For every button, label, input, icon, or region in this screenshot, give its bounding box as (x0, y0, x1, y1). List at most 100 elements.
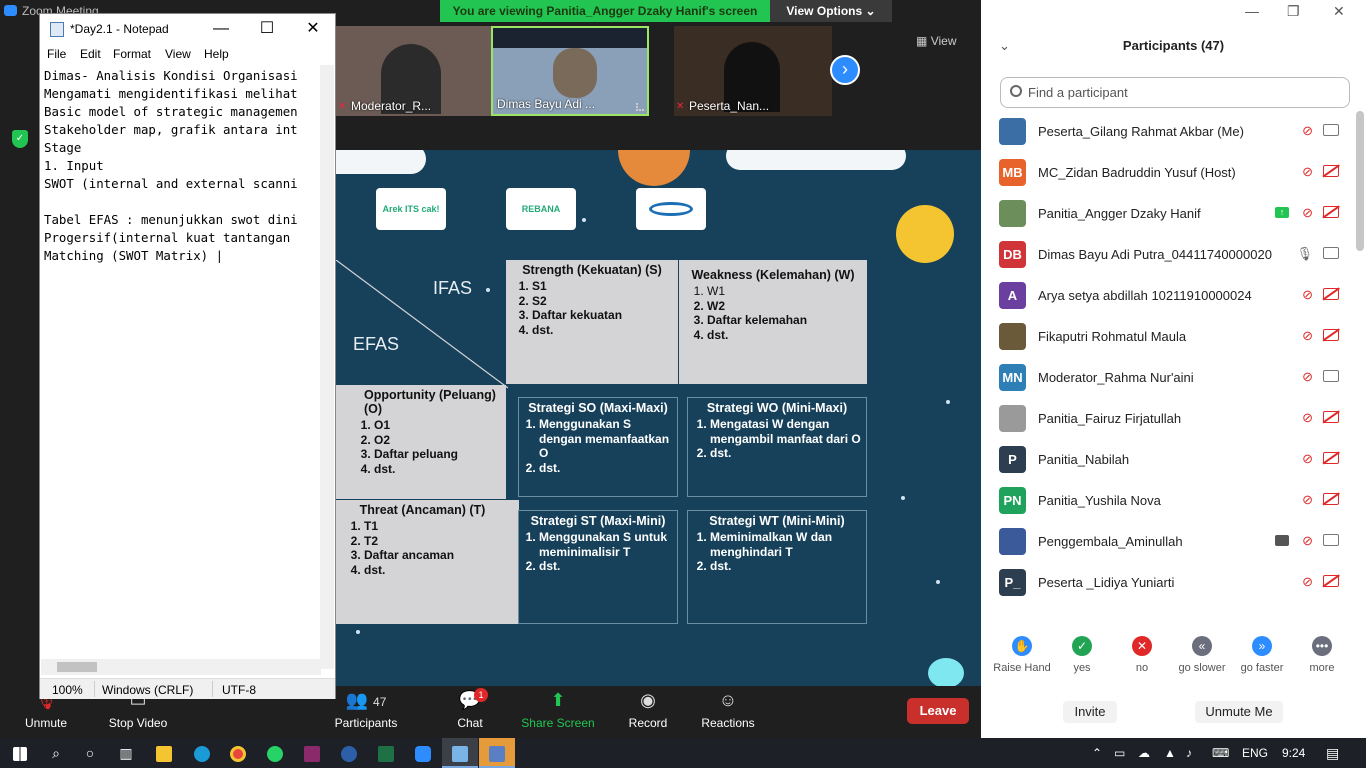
clock[interactable]: 9:24 (1282, 738, 1305, 768)
video-off-icon[interactable] (1323, 493, 1339, 505)
menu-help[interactable]: Help (204, 47, 229, 61)
video-off-icon[interactable] (1323, 288, 1339, 300)
menu-format[interactable]: Format (113, 47, 151, 61)
video-camera-icon[interactable] (1323, 124, 1339, 136)
participant-row[interactable]: Penggembala_Aminullah ⊘ (981, 521, 1353, 562)
participant-row[interactable]: Peserta_Gilang Rahmat Akbar (Me) ⊘ (981, 111, 1353, 152)
participant-list-scrollbar[interactable] (1356, 111, 1364, 251)
menu-edit[interactable]: Edit (80, 47, 101, 61)
notepad-taskbar-icon[interactable] (442, 738, 478, 768)
cloud-icon[interactable]: ☁ (1138, 738, 1150, 768)
winrar-icon[interactable] (294, 738, 330, 768)
reaction-yes[interactable]: ✓ yes (1050, 636, 1114, 674)
menu-view[interactable]: View (165, 47, 191, 61)
video-off-icon[interactable] (1323, 329, 1339, 341)
network-icon[interactable]: ▲ (1164, 738, 1176, 768)
reaction-no[interactable]: ✕ no (1110, 636, 1174, 674)
mic-muted-icon[interactable]: ⊘ (1302, 164, 1313, 180)
mic-muted-icon[interactable]: ⊘ (1302, 574, 1313, 590)
reaction-go-slower[interactable]: « go slower (1170, 636, 1234, 674)
minimize-icon[interactable]: — (202, 17, 240, 41)
next-page-arrow-icon[interactable]: › (830, 55, 860, 85)
search-input[interactable] (1028, 79, 1338, 106)
video-off-icon[interactable] (1323, 206, 1339, 218)
video-thumbnail[interactable]: ✕ Moderator_R... (336, 26, 494, 116)
battery-icon[interactable]: ▭ (1114, 738, 1125, 768)
close-icon[interactable]: ✕ (1333, 3, 1345, 20)
participant-search[interactable] (1000, 77, 1350, 108)
menu-file[interactable]: File (47, 47, 66, 61)
participant-row[interactable]: P Panitia_Nabilah ⊘ (981, 439, 1353, 480)
chat-button[interactable]: 💬 1 Chat (442, 686, 498, 738)
chevron-up-icon[interactable]: ⌃ (1092, 738, 1102, 768)
video-off-icon[interactable] (1323, 411, 1339, 423)
app-icon[interactable] (331, 738, 367, 768)
windows-start-icon[interactable] (2, 738, 38, 768)
notification-icon[interactable]: ▤ (1326, 738, 1339, 768)
participant-row[interactable]: MB MC_Zidan Badruddin Yusuf (Host) ⊘ (981, 152, 1353, 193)
video-thumbnail[interactable]: ✕ Peserta_Nan... (674, 26, 832, 116)
task-view-icon[interactable]: ▥ (108, 738, 144, 768)
participant-row[interactable]: Panitia_Fairuz Firjatullah ⊘ (981, 398, 1353, 439)
language-indicator[interactable]: ENG (1242, 738, 1268, 768)
cortana-icon[interactable]: ○ (72, 738, 108, 768)
mic-muted-icon[interactable]: ⊘ (1302, 287, 1313, 303)
notepad-titlebar[interactable]: *Day2.1 - Notepad — ☐ ✕ (40, 14, 335, 44)
excel-icon[interactable] (368, 738, 404, 768)
mic-muted-icon[interactable]: ⊘ (1302, 410, 1313, 426)
minimize-icon[interactable]: — (1245, 3, 1259, 19)
invite-button[interactable]: Invite (1063, 701, 1117, 723)
close-icon[interactable]: ✕ (294, 17, 332, 41)
mic-muted-icon[interactable]: ⊘ (1302, 123, 1313, 139)
video-thumbnail-active-speaker[interactable]: Dimas Bayu Adi ... (491, 26, 649, 116)
leave-button[interactable]: Leave (907, 698, 969, 724)
encryption-shield-icon[interactable]: ✓ (12, 130, 28, 148)
chrome-icon[interactable] (220, 738, 256, 768)
search-icon[interactable]: ⌕ (38, 738, 74, 768)
participants-button[interactable]: 👥 47 Participants (328, 686, 404, 738)
restore-icon[interactable]: ❐ (1287, 3, 1300, 20)
mic-muted-icon[interactable]: ⊘ (1302, 451, 1313, 467)
scrollbar-thumb[interactable] (57, 662, 97, 672)
mic-muted-icon[interactable]: ⊘ (1302, 492, 1313, 508)
file-explorer-icon[interactable] (146, 738, 182, 768)
mic-muted-icon[interactable]: ⊘ (1302, 533, 1313, 549)
video-off-icon[interactable] (1323, 165, 1339, 177)
mic-muted-icon[interactable]: ⊘ (1302, 205, 1313, 221)
video-camera-icon[interactable] (1323, 370, 1339, 382)
participant-row[interactable]: PN Panitia_Yushila Nova ⊘ (981, 480, 1353, 521)
participant-row[interactable]: P_ Peserta _Lidiya Yuniarti ⊘ (981, 562, 1353, 603)
participant-row[interactable]: DB Dimas Bayu Adi Putra_04411740000020 🎙 (981, 234, 1353, 275)
video-camera-icon[interactable] (1323, 247, 1339, 259)
input-method-icon[interactable]: ⌨ (1212, 738, 1229, 768)
participant-row[interactable]: Fikaputri Rohmatul Maula ⊘ (981, 316, 1353, 357)
vertical-scrollbar[interactable] (320, 65, 334, 669)
view-options-button[interactable]: View Options ⌄ (770, 0, 892, 22)
unmute-me-button[interactable]: Unmute Me (1195, 701, 1283, 723)
microphone-icon[interactable]: 🎙 (1296, 246, 1313, 262)
maximize-icon[interactable]: ☐ (248, 17, 286, 41)
video-off-icon[interactable] (1323, 575, 1339, 587)
gallery-view-button[interactable]: ▦ View (916, 34, 956, 48)
participant-row[interactable]: A Arya setya abdillah 10211910000024 ⊘ (981, 275, 1353, 316)
notepad-text-area[interactable]: Dimas- Analisis Kondisi Organisasi Menga… (44, 67, 316, 664)
reaction-raise-hand[interactable]: ✋ Raise Hand (990, 636, 1054, 674)
more-dots-icon[interactable] (636, 103, 644, 111)
participant-row[interactable]: Panitia_Angger Dzaky Hanif ↑ ⊘ (981, 193, 1353, 234)
edge-icon[interactable] (184, 738, 220, 768)
share-screen-button[interactable]: ⬆ Share Screen (518, 686, 598, 738)
video-off-icon[interactable] (1323, 452, 1339, 464)
mic-muted-icon[interactable]: ⊘ (1302, 369, 1313, 385)
zoom-icon[interactable] (405, 738, 441, 768)
volume-icon[interactable]: ♪ (1186, 738, 1192, 768)
record-button[interactable]: ◉ Record (620, 686, 676, 738)
app-taskbar-icon[interactable] (479, 738, 515, 768)
mic-muted-icon[interactable]: ⊘ (1302, 328, 1313, 344)
whatsapp-icon[interactable] (257, 738, 293, 768)
reaction-more[interactable]: ••• more (1290, 636, 1354, 674)
reaction-go-faster[interactable]: » go faster (1230, 636, 1294, 674)
participant-row[interactable]: MN Moderator_Rahma Nur'aini ⊘ (981, 357, 1353, 398)
reactions-button[interactable]: ☺ Reactions (698, 686, 758, 738)
video-camera-icon[interactable] (1323, 534, 1339, 546)
horizontal-scrollbar[interactable] (41, 659, 321, 675)
